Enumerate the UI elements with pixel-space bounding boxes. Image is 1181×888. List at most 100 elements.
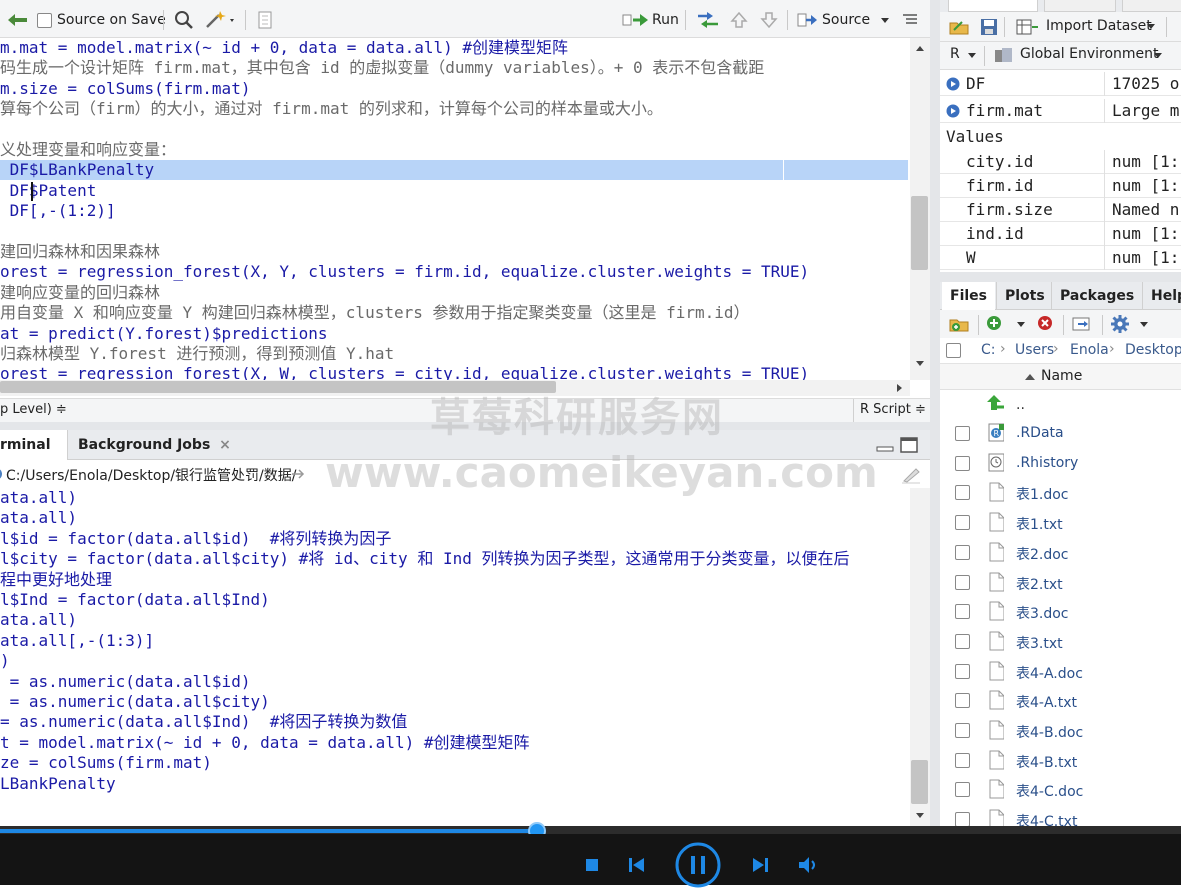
tab-packages[interactable]: Packages	[1051, 282, 1142, 310]
list-item[interactable]: 表3.txt	[940, 627, 1181, 657]
code-line[interactable]: 用自变量 X 和响应变量 Y 构建回归森林模型，clusters 参数用于指定聚…	[0, 303, 750, 323]
search-icon[interactable]	[174, 10, 194, 30]
tab-plots[interactable]: Plots	[996, 282, 1053, 310]
breadcrumb-item[interactable]: C:	[981, 342, 996, 358]
sort-ascending-icon[interactable]	[1024, 372, 1036, 382]
column-name-header[interactable]: Name	[1041, 368, 1082, 384]
code-line[interactable]: m.size = colSums(firm.mat)	[0, 79, 250, 99]
code-line[interactable]: 建响应变量的回归森林	[0, 283, 160, 303]
code-line[interactable]: 归森林模型 Y.forest 进行预测，得到预测值 Y.hat	[0, 344, 394, 364]
file-checkbox[interactable]	[955, 604, 970, 620]
console-output[interactable]: ata.all) ata.all) l$id = factor(data.all$i…	[0, 488, 910, 826]
code-line[interactable]: 算每个公司（firm）的大小，通过对 firm.mat 的列求和，计算每个公司的…	[0, 99, 663, 119]
file-checkbox[interactable]	[955, 485, 970, 501]
rename-icon[interactable]	[1072, 315, 1094, 333]
env-row-ind-id[interactable]: ind.id num [1:	[940, 222, 1181, 246]
file-name[interactable]: .Rhistory	[1016, 455, 1078, 471]
pane-divider-vertical[interactable]	[930, 0, 940, 826]
clear-console-icon[interactable]	[900, 464, 922, 484]
right-pane-divider[interactable]	[940, 272, 1181, 282]
env-row-firm-mat[interactable]: firm.mat Large m	[940, 99, 1181, 123]
scope-dropdown-icon[interactable]	[1152, 51, 1164, 61]
go-down-chunk-icon[interactable]	[760, 10, 778, 30]
source-button[interactable]: Source	[797, 10, 894, 30]
breadcrumb-item[interactable]: Users	[1015, 342, 1054, 358]
file-checkbox[interactable]	[955, 574, 970, 590]
file-type-selector[interactable]: R Script ≑	[860, 402, 926, 417]
file-name[interactable]: 表2.doc	[1016, 544, 1069, 564]
code-line[interactable]: DF$LBankPenalty	[0, 160, 908, 181]
run-button[interactable]: Run	[622, 10, 679, 30]
minimize-pane-icon[interactable]	[876, 438, 894, 454]
breadcrumb-item[interactable]: Enola	[1070, 342, 1109, 358]
code-line[interactable]: m.mat = model.matrix(~ id + 0, data = da…	[0, 38, 568, 58]
expand-icon[interactable]	[946, 104, 960, 118]
list-item[interactable]: R .RData	[940, 419, 1181, 449]
editor-scroll-thumb[interactable]	[911, 196, 928, 270]
list-item[interactable]: 表4-A.doc	[940, 657, 1181, 687]
import-dataset-dropdown-icon[interactable]	[1145, 22, 1157, 32]
list-item-parent-dir[interactable]: ..	[940, 390, 1181, 420]
file-checkbox[interactable]	[955, 752, 970, 768]
code-line[interactable]: 建回归森林和因果森林	[0, 242, 160, 262]
gear-icon[interactable]	[1110, 314, 1132, 334]
file-checkbox[interactable]	[955, 455, 970, 471]
file-checkbox[interactable]	[955, 544, 970, 560]
go-to-dir-icon[interactable]	[290, 467, 306, 481]
previous-icon[interactable]	[628, 857, 646, 873]
code-line[interactable]: orest = regression_forest(X, W, clusters…	[0, 364, 809, 380]
more-dropdown-icon[interactable]	[1138, 320, 1150, 330]
list-item[interactable]: 表1.txt	[940, 508, 1181, 538]
env-row-firm-size[interactable]: firm.size Named n	[940, 198, 1181, 222]
tab-files[interactable]: Files	[942, 282, 995, 310]
tab-background-jobs[interactable]: Background Jobs ×	[70, 430, 239, 460]
file-name[interactable]: 表3.doc	[1016, 603, 1069, 623]
volume-icon[interactable]	[798, 856, 820, 874]
code-line[interactable]: DF$Patent	[0, 181, 97, 201]
import-dataset-button[interactable]: Import Dataset	[1046, 18, 1152, 34]
list-item[interactable]: 表3.doc	[940, 597, 1181, 627]
list-item[interactable]: 表2.doc	[940, 538, 1181, 568]
close-icon[interactable]: ×	[219, 437, 231, 453]
breadcrumb-checkbox[interactable]	[946, 343, 961, 358]
load-workspace-icon[interactable]	[948, 18, 972, 36]
file-name[interactable]: .RData	[1016, 425, 1064, 441]
delete-icon[interactable]	[1037, 315, 1053, 331]
maximize-pane-icon[interactable]	[900, 437, 918, 453]
code-editor[interactable]: m.mat = model.matrix(~ id + 0, data = da…	[0, 38, 910, 380]
language-dropdown-icon[interactable]	[966, 51, 978, 61]
env-row-df[interactable]: DF 17025 o	[940, 72, 1181, 96]
file-name[interactable]: 表1.txt	[1016, 514, 1063, 534]
breadcrumb-item[interactable]: Desktop	[1125, 342, 1181, 358]
file-name[interactable]: 表2.txt	[1016, 574, 1063, 594]
tab-environment[interactable]	[948, 0, 1038, 12]
code-tools-wand-icon[interactable]	[204, 10, 238, 30]
nav-back-icon[interactable]	[4, 10, 30, 30]
scope-selector[interactable]: Global Environment	[1020, 46, 1159, 62]
file-checkbox[interactable]	[955, 812, 970, 828]
new-file-dropdown-icon[interactable]	[1015, 320, 1027, 330]
code-line[interactable]: 码生成一个设计矩阵 firm.mat，其中包含 id 的虚拟变量（dummy v…	[0, 58, 764, 78]
expand-icon[interactable]	[946, 77, 960, 91]
file-checkbox[interactable]	[955, 663, 970, 679]
list-item[interactable]: 表1.doc	[940, 478, 1181, 508]
code-line[interactable]: orest = regression_forest(X, Y, clusters…	[0, 262, 809, 282]
env-row-city-id[interactable]: city.id num [1:	[940, 150, 1181, 174]
file-checkbox[interactable]	[955, 515, 970, 531]
file-name[interactable]: 表4-C.doc	[1016, 781, 1083, 801]
tab-connections[interactable]	[1122, 0, 1181, 12]
file-name[interactable]: 表4-B.txt	[1016, 752, 1077, 772]
next-icon[interactable]	[751, 857, 769, 873]
list-item[interactable]: 表2.txt	[940, 568, 1181, 598]
env-row-w[interactable]: W num [1:	[940, 246, 1181, 270]
tab-history[interactable]	[1044, 0, 1116, 12]
file-name[interactable]: 表4-B.doc	[1016, 722, 1083, 742]
list-item[interactable]: 表4-B.doc	[940, 716, 1181, 746]
file-checkbox[interactable]	[955, 633, 970, 649]
source-on-save-checkbox[interactable]	[37, 12, 52, 28]
list-item[interactable]: 表4-C.doc	[940, 775, 1181, 805]
new-folder-icon[interactable]	[948, 316, 972, 334]
env-row-firm-id[interactable]: firm.id num [1:	[940, 174, 1181, 198]
file-checkbox[interactable]	[955, 693, 970, 709]
list-item[interactable]: 表4-B.txt	[940, 746, 1181, 776]
